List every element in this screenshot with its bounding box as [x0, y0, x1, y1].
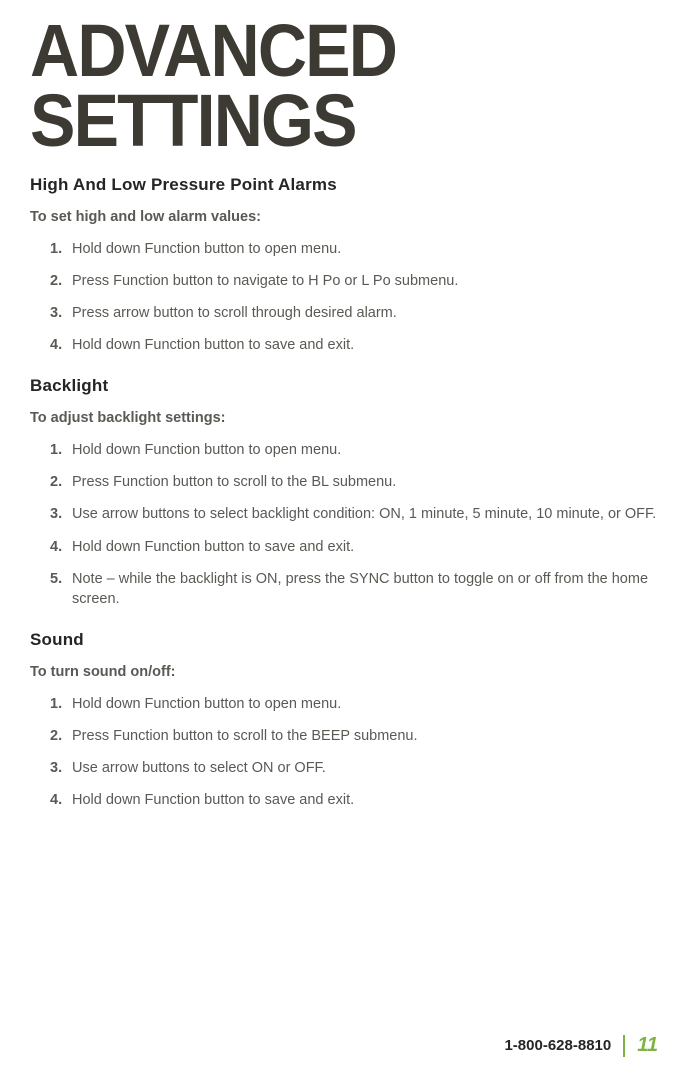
steps-list: 1. Hold down Function button to open menu… [30, 239, 658, 356]
section-heading: Sound [30, 630, 658, 650]
step-item: 5. Note – while the backlight is ON, pres… [50, 569, 658, 610]
step-item: 3. Use arrow buttons to select ON or OFF. [50, 758, 658, 778]
step-text: Hold down Function button to open menu. [72, 442, 341, 458]
step-text: Hold down Function button to open menu. [72, 696, 341, 712]
step-number: 1. [50, 440, 62, 460]
step-text: Press Function button to scroll to the B… [72, 728, 418, 744]
step-item: 3. Use arrow buttons to select backlight … [50, 504, 658, 524]
steps-list: 1. Hold down Function button to open menu… [30, 440, 658, 610]
step-text: Hold down Function button to save and ex… [72, 337, 354, 353]
step-number: 3. [50, 303, 62, 323]
step-number: 5. [50, 569, 62, 589]
step-number: 1. [50, 694, 62, 714]
step-number: 1. [50, 239, 62, 259]
footer-page-number: 11 [637, 1034, 658, 1057]
section-sub-heading: To turn sound on/off: [30, 664, 658, 680]
step-text: Press arrow button to scroll through des… [72, 305, 397, 321]
step-text: Use arrow buttons to select backlight co… [72, 506, 656, 522]
section-heading: Backlight [30, 376, 658, 396]
step-item: 2. Press Function button to navigate to H… [50, 271, 658, 291]
footer-divider [623, 1035, 625, 1057]
step-item: 4. Hold down Function button to save and … [50, 537, 658, 557]
step-number: 3. [50, 758, 62, 778]
title-line-2: SETTINGS [30, 79, 356, 162]
step-text: Hold down Function button to save and ex… [72, 792, 354, 808]
step-item: 1. Hold down Function button to open menu… [50, 239, 658, 259]
page-title: ADVANCED SETTINGS [30, 0, 608, 157]
step-item: 2. Press Function button to scroll to the… [50, 726, 658, 746]
step-item: 4. Hold down Function button to save and … [50, 790, 658, 810]
step-item: 4. Hold down Function button to save and … [50, 335, 658, 355]
step-item: 1. Hold down Function button to open menu… [50, 694, 658, 714]
step-number: 2. [50, 271, 62, 291]
section-sub-heading: To adjust backlight settings: [30, 410, 658, 426]
page-footer: 1-800-628-8810 11 [504, 1034, 658, 1057]
step-number: 2. [50, 726, 62, 746]
step-item: 2. Press Function button to scroll to the… [50, 472, 658, 492]
step-number: 3. [50, 504, 62, 524]
step-item: 1. Hold down Function button to open menu… [50, 440, 658, 460]
step-number: 4. [50, 790, 62, 810]
step-text: Note – while the backlight is ON, press … [72, 571, 648, 607]
step-text: Hold down Function button to open menu. [72, 241, 341, 257]
step-number: 4. [50, 537, 62, 557]
section-heading: High And Low Pressure Point Alarms [30, 175, 658, 195]
step-text: Press Function button to scroll to the B… [72, 474, 396, 490]
steps-list: 1. Hold down Function button to open menu… [30, 694, 658, 811]
footer-phone: 1-800-628-8810 [504, 1037, 611, 1054]
step-number: 4. [50, 335, 62, 355]
section-backlight: Backlight To adjust backlight settings: … [30, 376, 658, 610]
step-text: Hold down Function button to save and ex… [72, 539, 354, 555]
step-number: 2. [50, 472, 62, 492]
section-sub-heading: To set high and low alarm values: [30, 209, 658, 225]
step-text: Press Function button to navigate to H P… [72, 273, 458, 289]
section-alarms: High And Low Pressure Point Alarms To se… [30, 175, 658, 356]
step-text: Use arrow buttons to select ON or OFF. [72, 760, 326, 776]
section-sound: Sound To turn sound on/off: 1. Hold down … [30, 630, 658, 811]
step-item: 3. Press arrow button to scroll through d… [50, 303, 658, 323]
